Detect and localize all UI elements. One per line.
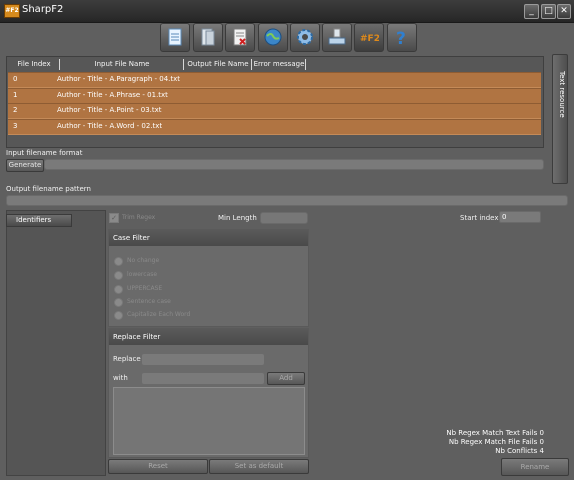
input-format-label: Input filename format [6,149,83,157]
svg-text:?: ? [396,29,406,47]
trim-regex-checkbox[interactable]: ✓ [109,213,119,223]
window-title: SharpF2 [22,4,64,15]
input-format-field[interactable] [44,159,544,170]
radio-label: Sentence case [127,298,171,305]
app-logo: #F2 [4,4,20,18]
text-resource-tab[interactable]: Text resource [552,54,568,184]
keyboard-button[interactable] [322,23,352,52]
table-row[interactable]: 0 Author - Title - A.Paragraph - 04.txt [8,72,541,88]
open-folder-button[interactable] [193,23,223,52]
file-grid[interactable]: File Index Input File Name Output File N… [6,56,544,148]
replace-field[interactable] [141,353,265,366]
grid-header: File Index Input File Name Output File N… [7,59,543,71]
radio-label: No change [127,257,160,264]
row-input-file: Author - Title - A.Phrase - 01.txt [57,91,168,99]
case-filter-group: Case Filter No change lowercase UPPERCAS… [108,229,309,327]
tab-identifiers[interactable]: Identifiers [6,214,72,227]
identifiers-tab-label: Identifiers [16,216,52,224]
remove-files-button[interactable] [225,23,255,52]
reset-button[interactable]: Reset [108,459,208,474]
column-header-index[interactable]: File Index [9,59,60,70]
radio-uppercase[interactable] [114,285,123,294]
output-pattern-label: Output filename pattern [6,185,91,193]
case-filter-heading: Case Filter [109,230,308,246]
svg-text:#F2: #F2 [360,34,379,44]
column-header-input[interactable]: Input File Name [61,59,184,70]
start-index-field[interactable]: 0 [499,211,541,223]
help-icon: ? [396,29,406,47]
f2-logo-icon: #F2 [360,34,379,44]
open-files-button[interactable] [160,23,190,52]
with-field[interactable] [141,372,265,385]
column-header-output[interactable]: Output File Name [185,59,252,70]
radio-no-change[interactable] [114,257,123,266]
add-button[interactable]: Add [267,372,305,385]
replace-filter-heading: Replace Filter [109,329,308,345]
min-length-field[interactable] [260,212,308,224]
settings-button[interactable] [290,23,320,52]
row-input-file: Author - Title - A.Paragraph - 04.txt [57,75,181,83]
with-label: with [113,374,128,382]
globe-icon [264,28,282,46]
replace-list[interactable] [113,387,305,455]
table-row[interactable]: 2 Author - Title - A.Point - 03.txt [8,103,541,119]
identifiers-panel [6,210,106,476]
column-header-error[interactable]: Error message [253,59,306,70]
replace-label: Replace [113,355,141,363]
text-resource-label: Text resource [558,71,566,118]
delete-document-icon [233,28,247,46]
minimize-button[interactable]: _ [524,4,539,19]
gear-icon [297,29,313,45]
set-default-button[interactable]: Set as default [209,459,309,474]
about-button[interactable]: #F2 [354,23,384,52]
title-bar[interactable]: #F2 SharpF2 _ □ ✕ [0,0,574,23]
generate-button[interactable]: Generate [6,159,44,172]
replace-filter-group: Replace Filter Replace with Add [108,328,309,458]
radio-label: lowercase [127,271,158,278]
row-input-file: Author - Title - A.Point - 03.txt [57,106,162,114]
toolbar: #F2 ? [0,22,574,52]
min-length-label: Min Length [218,214,257,222]
rename-button[interactable]: Rename [501,458,569,476]
row-index: 2 [13,106,18,114]
regex-file-fails-stat: Nb Regex Match File Fails 0 [448,438,544,446]
radio-label: UPPERCASE [127,285,163,292]
start-index-label: Start index [460,214,499,222]
folder-icon [201,28,215,46]
maximize-button[interactable]: □ [541,4,556,19]
row-index: 3 [13,122,18,130]
row-index: 0 [13,75,18,83]
table-row[interactable]: 3 Author - Title - A.Word - 02.txt [8,119,541,135]
keyboard-icon [328,28,346,45]
web-button[interactable] [258,23,288,52]
regex-text-fails-stat: Nb Regex Match Text Fails 0 [446,429,544,437]
help-button[interactable]: ? [387,23,417,52]
output-pattern-field[interactable] [6,195,568,206]
trim-regex-label: Trim Regex [122,214,156,221]
radio-label: Capitalize Each Word [127,311,191,318]
row-index: 1 [13,91,18,99]
table-row[interactable]: 1 Author - Title - A.Phrase - 01.txt [8,88,541,104]
row-input-file: Author - Title - A.Word - 02.txt [57,122,163,130]
radio-capitalize-words[interactable] [114,311,123,320]
radio-lowercase[interactable] [114,271,123,280]
close-button[interactable]: ✕ [557,4,571,19]
radio-sentence-case[interactable] [114,298,123,307]
conflicts-stat: Nb Conflicts 4 [495,447,544,455]
document-icon [168,28,182,46]
